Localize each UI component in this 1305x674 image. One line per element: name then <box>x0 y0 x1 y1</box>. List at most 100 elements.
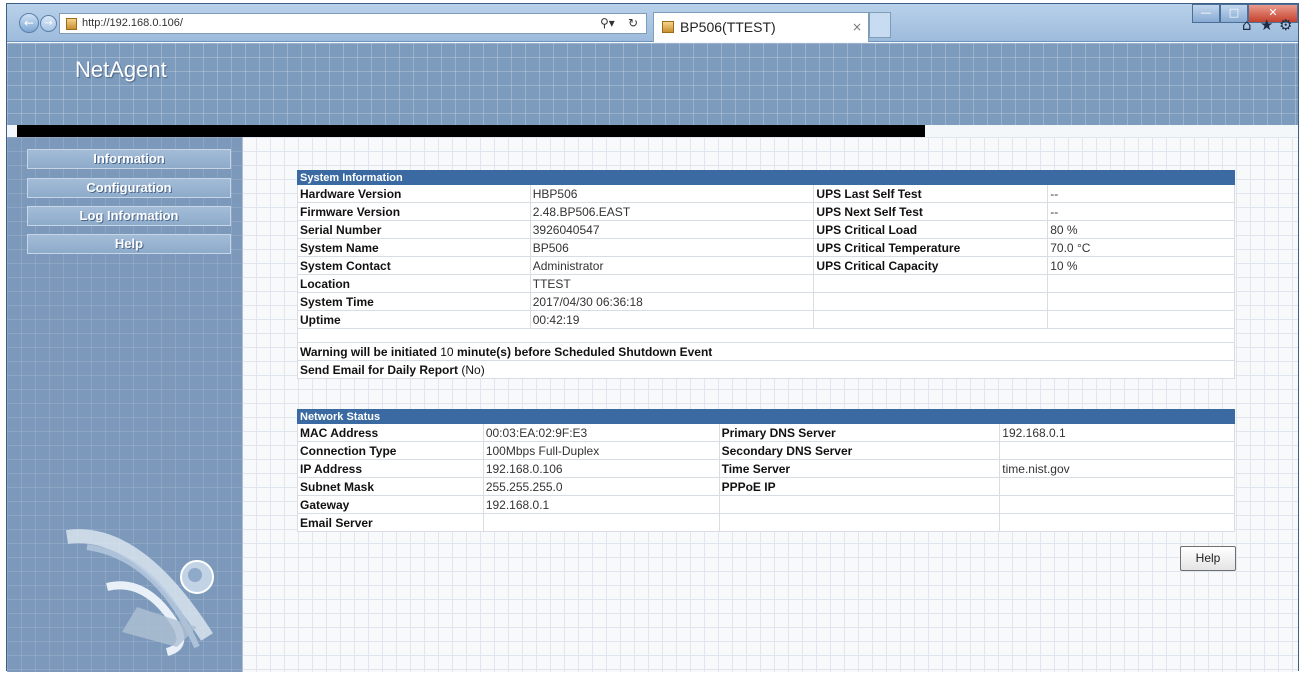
cell-label: Email Server <box>297 513 484 532</box>
cell-label: Hardware Version <box>297 184 531 203</box>
table-row: Email Server <box>297 513 1235 532</box>
cell-label: IP Address <box>297 459 484 478</box>
cell-value: 100Mbps Full-Duplex <box>482 441 720 460</box>
cell-label <box>813 274 1049 293</box>
tab-close-icon[interactable]: × <box>852 20 862 34</box>
forward-arrow-icon[interactable]: → <box>40 15 57 32</box>
new-tab-button[interactable] <box>869 12 891 38</box>
cell-value: BP506 <box>529 238 815 257</box>
warning-prefix: Warning will be initiated <box>300 344 437 359</box>
cell-label: Gateway <box>297 495 484 514</box>
cell-value: -- <box>1047 184 1235 203</box>
cell-value: 2017/04/30 06:36:18 <box>529 292 815 311</box>
cell-value: 192.168.0.1 <box>482 495 720 514</box>
sidebar-item-information[interactable]: Information <box>27 149 231 169</box>
home-icon[interactable]: ⌂ <box>1242 16 1252 34</box>
cell-value <box>1047 274 1235 293</box>
section-title-system-information: System Information <box>297 170 1235 185</box>
content-divider <box>242 137 243 672</box>
table-row: MAC Address 00:03:EA:02:9F:E3 Primary DN… <box>297 423 1235 442</box>
cell-label <box>813 310 1049 329</box>
warning-minutes: 10 <box>440 344 454 359</box>
cell-label: Primary DNS Server <box>718 423 1001 442</box>
tab-title: BP506(TTEST) <box>680 19 776 35</box>
cell-value <box>1047 292 1235 311</box>
cell-value: TTEST <box>529 274 815 293</box>
section-title-network-status: Network Status <box>297 409 1235 424</box>
system-information-table: System Information Hardware Version HBP5… <box>297 170 1235 379</box>
cell-value: 10 % <box>1047 256 1235 275</box>
sidebar-item-help[interactable]: Help <box>27 234 231 254</box>
cell-value: Administrator <box>529 256 815 275</box>
daily-report-label: Send Email for Daily Report <box>300 362 459 377</box>
network-status-table: Network Status MAC Address 00:03:EA:02:9… <box>297 409 1235 532</box>
banner-divider <box>17 125 925 137</box>
cell-label: Secondary DNS Server <box>718 441 1001 460</box>
table-spacer <box>297 328 1235 343</box>
daily-report-row: Send Email for Daily Report (No) <box>297 360 1235 379</box>
cell-label <box>813 292 1049 311</box>
table-row: Location TTEST <box>297 274 1235 293</box>
tab-active[interactable]: BP506(TTEST) × <box>653 12 869 42</box>
cell-value: 255.255.255.0 <box>482 477 720 496</box>
cell-label: PPPoE IP <box>718 477 1001 496</box>
sidebar-item-configuration[interactable]: Configuration <box>27 178 231 198</box>
cell-value: -- <box>1047 202 1235 221</box>
table-row: Uptime 00:42:19 <box>297 310 1235 329</box>
cell-label: System Time <box>297 292 531 311</box>
sidebar: Information Configuration Log Informatio… <box>7 137 242 672</box>
gear-icon[interactable]: ⚙ <box>1279 16 1292 34</box>
star-icon[interactable]: ★ <box>1260 16 1273 34</box>
address-bar[interactable]: http://192.168.0.106/ ⚲▾ ↻ <box>59 13 647 34</box>
daily-report-value: (No) <box>461 362 485 377</box>
url-text[interactable]: http://192.168.0.106/ <box>82 17 183 29</box>
cell-label: System Contact <box>297 256 531 275</box>
cell-label <box>718 495 1001 514</box>
netagent-logo: NetAgent <box>75 57 167 82</box>
browser-titlebar: ← → http://192.168.0.106/ ⚲▾ ↻ BP506(TTE… <box>7 4 1298 42</box>
cell-value <box>482 513 720 532</box>
table-row: System Contact Administrator UPS Critica… <box>297 256 1235 275</box>
cell-value <box>999 495 1235 514</box>
cell-value: HBP506 <box>529 184 815 203</box>
cell-value: 192.168.0.1 <box>999 423 1235 442</box>
cell-value: 00:42:19 <box>529 310 815 329</box>
table-row: Serial Number 3926040547 UPS Critical Lo… <box>297 220 1235 239</box>
cell-label: UPS Next Self Test <box>813 202 1049 221</box>
cell-value: 00:03:EA:02:9F:E3 <box>482 423 720 442</box>
table-row: Connection Type 100Mbps Full-Duplex Seco… <box>297 441 1235 460</box>
cell-value: 192.168.0.106 <box>482 459 720 478</box>
table-row: Hardware Version HBP506 UPS Last Self Te… <box>297 184 1235 203</box>
cell-label: Firmware Version <box>297 202 531 221</box>
refresh-icon[interactable]: ↻ <box>628 16 638 30</box>
cell-value <box>999 513 1235 532</box>
cell-label: System Name <box>297 238 531 257</box>
minimize-button[interactable]: — <box>1192 4 1220 23</box>
cell-value <box>999 477 1235 496</box>
cell-value: 3926040547 <box>529 220 815 239</box>
table-row: Subnet Mask 255.255.255.0 PPPoE IP <box>297 477 1235 496</box>
cell-label: Serial Number <box>297 220 531 239</box>
table-row: Firmware Version 2.48.BP506.EAST UPS Nex… <box>297 202 1235 221</box>
warning-row: Warning will be initiated 10 minute(s) b… <box>297 342 1235 361</box>
cell-value: 70.0 °C <box>1047 238 1235 257</box>
table-row: System Name BP506 UPS Critical Temperatu… <box>297 238 1235 257</box>
back-arrow-icon[interactable]: ← <box>19 13 39 33</box>
cell-label: UPS Critical Temperature <box>813 238 1049 257</box>
decorative-globe-image <box>66 529 214 656</box>
cell-value: 2.48.BP506.EAST <box>529 202 815 221</box>
cell-label: Connection Type <box>297 441 484 460</box>
cell-label: Location <box>297 274 531 293</box>
cell-label <box>718 513 1001 532</box>
table-row: Gateway 192.168.0.1 <box>297 495 1235 514</box>
main-content: System Information Hardware Version HBP5… <box>242 137 1298 672</box>
table-row: IP Address 192.168.0.106 Time Server tim… <box>297 459 1235 478</box>
cell-label: Subnet Mask <box>297 477 484 496</box>
page-banner: NetAgent <box>7 43 1298 137</box>
table-row: System Time 2017/04/30 06:36:18 <box>297 292 1235 311</box>
cell-label: Uptime <box>297 310 531 329</box>
cell-label: MAC Address <box>297 423 484 442</box>
sidebar-item-log-information[interactable]: Log Information <box>27 206 231 226</box>
help-button[interactable]: Help <box>1180 546 1236 571</box>
search-icon[interactable]: ⚲▾ <box>600 16 615 30</box>
